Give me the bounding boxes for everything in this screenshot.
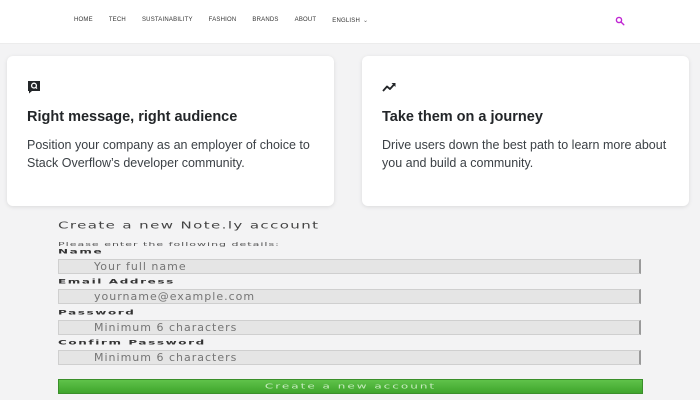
- form-heading: Create a new Note.ly account: [58, 220, 320, 232]
- nav-item-brands[interactable]: Brands: [252, 17, 278, 24]
- email-label: Email Address: [58, 278, 175, 285]
- nav-item-fashion[interactable]: Fashion: [209, 17, 237, 24]
- chat-question-icon: [28, 81, 40, 94]
- trend-up-icon: [382, 83, 396, 92]
- name-field[interactable]: [58, 259, 641, 274]
- signup-form: Create a new Note.ly account Please ente…: [0, 215, 700, 400]
- search-icon[interactable]: [615, 16, 625, 26]
- confirm-password-field[interactable]: [58, 350, 641, 365]
- email-field[interactable]: [58, 289, 641, 304]
- nav-item-home[interactable]: Home: [74, 17, 93, 24]
- card-title: Take them on a journey: [382, 109, 543, 125]
- nav-item-tech[interactable]: Tech: [109, 17, 126, 24]
- nav-menu: Home Tech Sustainability Fashion Brands …: [74, 17, 384, 24]
- password-field[interactable]: [58, 320, 641, 335]
- password-label: Password: [58, 309, 136, 316]
- nav-item-sustainability[interactable]: Sustainability: [142, 17, 193, 24]
- form-subheading: Please enter the following details:: [58, 241, 280, 248]
- card-description: Drive users down the best path to learn …: [382, 138, 667, 170]
- feature-card-journey: Take them on a journey Drive users down …: [362, 56, 689, 206]
- language-label: English: [332, 18, 361, 24]
- card-description: Position your company as an employer of …: [27, 138, 310, 170]
- language-dropdown[interactable]: English ⌄: [332, 17, 368, 24]
- name-label: Name: [58, 248, 104, 255]
- chevron-down-icon: ⌄: [363, 18, 369, 24]
- create-account-button[interactable]: Create a new account: [58, 379, 643, 394]
- confirm-password-label: Confirm Password: [58, 339, 206, 346]
- nav-item-about[interactable]: About: [295, 17, 317, 24]
- feature-card-audience: Right message, right audience Position y…: [7, 56, 334, 206]
- card-title: Right message, right audience: [27, 109, 238, 125]
- top-navigation: Home Tech Sustainability Fashion Brands …: [0, 0, 700, 44]
- create-account-label: Create a new account: [264, 381, 437, 391]
